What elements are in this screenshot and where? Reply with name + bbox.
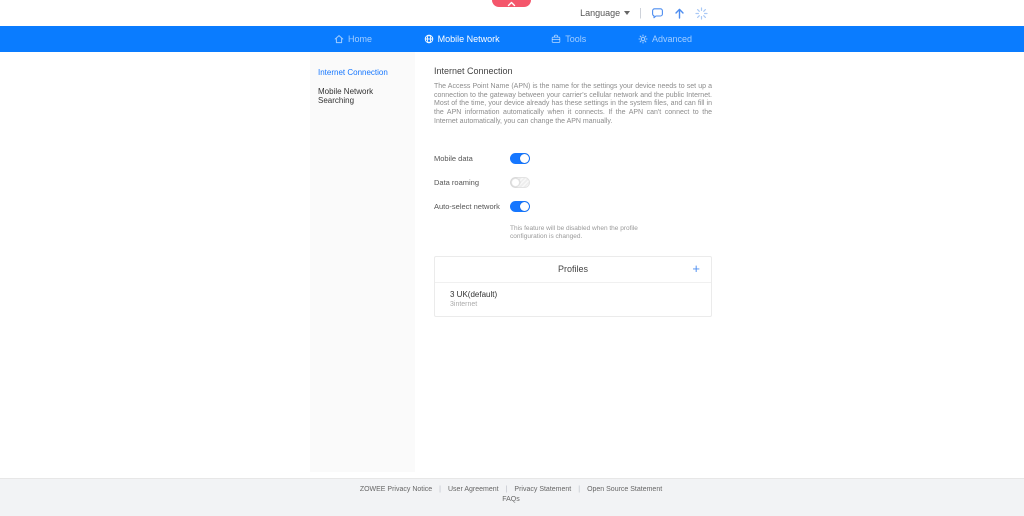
feedback-chat-icon[interactable] — [651, 7, 664, 20]
auto-select-network-toggle[interactable] — [510, 201, 530, 212]
sidebar: Internet Connection Mobile Network Searc… — [310, 52, 415, 472]
toggle-knob — [520, 154, 529, 163]
language-label: Language — [580, 8, 620, 18]
main-nav: Home Mobile Network Tools Advanced — [0, 26, 1024, 52]
mobile-data-row: Mobile data — [434, 153, 712, 164]
footer-divider: | — [578, 486, 580, 493]
loading-spinner-icon — [695, 7, 708, 20]
nav-tab-tools[interactable]: Tools — [551, 34, 586, 44]
profiles-header: Profiles + — [435, 257, 711, 283]
update-arrow-up-icon[interactable] — [673, 7, 686, 20]
auto-select-network-row: Auto-select network — [434, 201, 712, 212]
nav-tab-label: Mobile Network — [438, 34, 500, 44]
apn-description: The Access Point Name (APN) is the name … — [434, 83, 712, 127]
home-icon — [334, 34, 344, 44]
nav-tab-label: Tools — [565, 34, 586, 44]
toggle-knob — [511, 178, 520, 187]
footer-link-privacy-notice[interactable]: ZOWEE Privacy Notice — [360, 486, 432, 493]
profiles-card: Profiles + 3 UK(default) 3internet — [434, 256, 712, 318]
gear-icon — [638, 34, 648, 44]
toggle-section: Mobile data Data roaming Auto-select net… — [434, 153, 712, 241]
profiles-title: Profiles — [558, 264, 588, 274]
main-panel: Internet Connection The Access Point Nam… — [415, 52, 712, 478]
nav-tab-advanced[interactable]: Advanced — [638, 34, 692, 44]
mobile-data-label: Mobile data — [434, 154, 510, 163]
toolbox-icon — [551, 34, 561, 44]
footer-link-faqs[interactable]: FAQs — [310, 496, 712, 503]
globe-icon — [424, 34, 434, 44]
data-roaming-toggle[interactable] — [510, 177, 530, 188]
mobile-data-toggle[interactable] — [510, 153, 530, 164]
footer-divider: | — [506, 486, 508, 493]
footer-divider: | — [439, 486, 441, 493]
data-roaming-row: Data roaming — [434, 177, 712, 188]
sidebar-item-mobile-network-searching[interactable]: Mobile Network Searching — [310, 82, 415, 110]
nav-tab-mobile-network[interactable]: Mobile Network — [424, 34, 500, 44]
quick-access-tab[interactable] — [492, 0, 531, 7]
language-dropdown[interactable]: Language — [580, 8, 630, 18]
left-spacer — [0, 52, 310, 478]
auto-select-network-label: Auto-select network — [434, 202, 510, 211]
footer-link-privacy-statement[interactable]: Privacy Statement — [514, 486, 571, 493]
caret-down-icon — [624, 11, 630, 15]
footer-link-user-agreement[interactable]: User Agreement — [448, 486, 499, 493]
nav-tab-label: Home — [348, 34, 372, 44]
profile-list-item[interactable]: 3 UK(default) 3internet — [435, 283, 711, 317]
page-title: Internet Connection — [434, 66, 712, 76]
chevron-up-icon — [507, 1, 516, 7]
footer: ZOWEE Privacy Notice | User Agreement | … — [0, 478, 1024, 516]
auto-select-note: This feature will be disabled when the p… — [510, 225, 650, 241]
data-roaming-label: Data roaming — [434, 178, 510, 187]
nav-tab-home[interactable]: Home — [334, 34, 372, 44]
toggle-knob — [520, 202, 529, 211]
footer-links: ZOWEE Privacy Notice | User Agreement | … — [310, 486, 712, 493]
footer-link-open-source[interactable]: Open Source Statement — [587, 486, 662, 493]
profile-apn: 3internet — [450, 301, 696, 308]
nav-tab-label: Advanced — [652, 34, 692, 44]
profile-name: 3 UK(default) — [450, 290, 696, 299]
add-profile-button[interactable]: + — [690, 261, 702, 276]
topbar-divider: | — [639, 7, 642, 19]
sidebar-item-internet-connection[interactable]: Internet Connection — [310, 63, 415, 82]
content-area: Internet Connection Mobile Network Searc… — [0, 52, 1024, 478]
